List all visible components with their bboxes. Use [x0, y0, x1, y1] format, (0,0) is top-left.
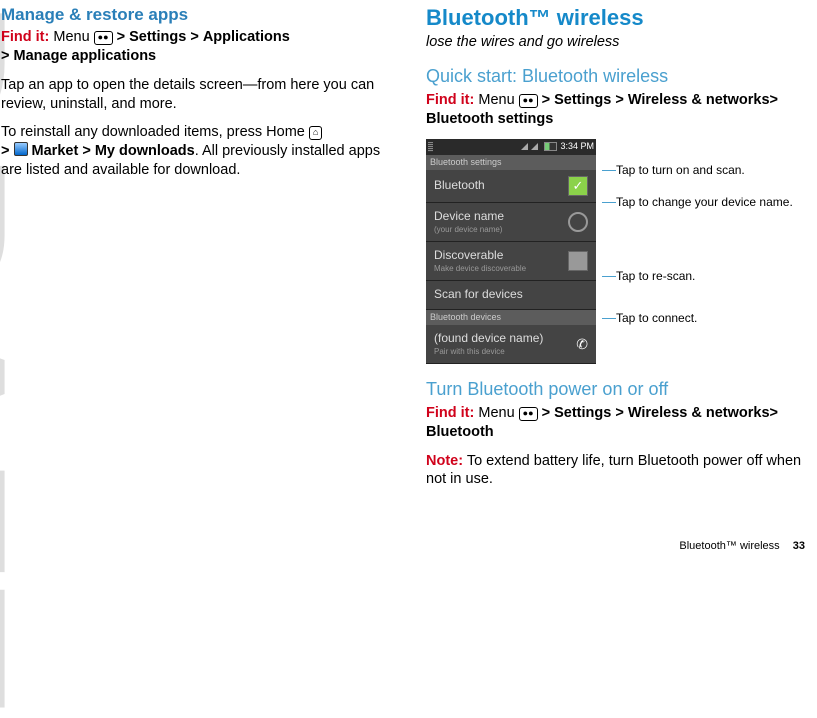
body2a: To reinstall any downloaded items, press… — [1, 124, 305, 140]
sep: > — [117, 29, 125, 45]
t-settings: Settings — [554, 405, 611, 421]
findit-label: Find it: — [426, 92, 474, 108]
t-menu: Menu — [478, 405, 514, 421]
checkbox-off-icon[interactable] — [568, 251, 588, 271]
row-devicename-label: Device name — [434, 209, 568, 225]
callouts: Tap to turn on and scan. Tap to change y… — [602, 139, 809, 365]
t-bt: Bluetooth — [426, 424, 494, 440]
sep: > — [542, 405, 550, 421]
callout-1-text: Tap to turn on and scan. — [616, 163, 745, 177]
right-column: Bluetooth™ wireless lose the wires and g… — [426, 4, 809, 499]
row-found-label: (found device name) — [434, 331, 576, 347]
left-body2: To reinstall any downloaded items, press… — [1, 123, 396, 180]
sep: > — [615, 92, 623, 108]
sep: > — [615, 405, 623, 421]
quick-heading: Quick start: Bluetooth wireless — [426, 65, 809, 88]
note-label: Note: — [426, 453, 463, 469]
row-bluetooth-label: Bluetooth — [434, 178, 568, 194]
row-discoverable-sub: Make device discoverable — [434, 264, 568, 274]
checkbox-on-icon[interactable]: ✓ — [568, 176, 588, 196]
market-icon — [14, 142, 28, 156]
page-number: 33 — [793, 540, 805, 552]
mydownloads-label: My downloads — [95, 143, 195, 159]
left-body1: Tap an app to open the details screen—fr… — [1, 76, 396, 114]
menu-icon: ●● — [519, 94, 538, 108]
row-found-sub: Pair with this device — [434, 347, 576, 357]
path-apps: Applications — [203, 29, 290, 45]
grip-icon — [428, 142, 433, 152]
q-settings: Settings — [554, 92, 611, 108]
callout-4-text: Tap to connect. — [616, 311, 697, 325]
row-devicename[interactable]: Device name (your device name) — [426, 203, 596, 242]
row-bluetooth[interactable]: Bluetooth ✓ — [426, 170, 596, 203]
path-menu: Menu — [53, 29, 89, 45]
right-heading: Bluetooth™ wireless — [426, 4, 809, 33]
footer: Bluetooth™ wireless 33 — [679, 540, 805, 552]
row-scan-label: Scan for devices — [434, 287, 588, 303]
row-devicename-sub: (your device name) — [434, 225, 568, 235]
home-icon: ⌂ — [309, 126, 322, 140]
q-bs: Bluetooth settings — [426, 111, 553, 127]
tagline: lose the wires and go wireless — [426, 33, 809, 52]
quick-findit: Find it: Menu ●● > Settings > Wireless &… — [426, 91, 809, 129]
statusbar: 3:34 PM — [426, 139, 596, 155]
callout-4: Tap to connect. — [616, 311, 697, 325]
row-found[interactable]: (found device name) Pair with this devic… — [426, 325, 596, 364]
phone-icon: ✆ — [576, 335, 588, 353]
row-scan[interactable]: Scan for devices — [426, 281, 596, 310]
q-menu: Menu — [478, 92, 514, 108]
callout-1: Tap to turn on and scan. — [616, 163, 745, 177]
path-settings: Settings — [129, 29, 186, 45]
callout-3-text: Tap to re-scan. — [616, 269, 695, 283]
status-time: 3:34 PM — [560, 141, 594, 153]
q-wn: Wireless & networks — [628, 92, 770, 108]
left-column: Manage & restore apps Find it: Menu ●● >… — [1, 4, 396, 499]
screen-title: Bluetooth settings — [426, 155, 596, 171]
left-heading: Manage & restore apps — [1, 4, 396, 26]
turn-note: Note: To extend battery life, turn Bluet… — [426, 452, 809, 490]
left-findit: Find it: Menu ●● > Settings > Applicatio… — [1, 28, 396, 66]
turn-findit: Find it: Menu ●● > Settings > Wireless &… — [426, 404, 809, 442]
callout-2: Tap to change your device name. — [616, 195, 793, 209]
findit-label: Find it: — [426, 405, 474, 421]
findit-label: Find it: — [1, 29, 49, 45]
note-text: To extend battery life, turn Bluetooth p… — [426, 453, 801, 488]
menu-icon: ●● — [94, 31, 113, 45]
phone-screenshot: 3:34 PM Bluetooth settings Bluetooth ✓ D… — [426, 139, 596, 365]
sep: > — [190, 29, 198, 45]
sep: > — [770, 405, 778, 421]
sep: > — [1, 143, 9, 159]
path-manage: Manage applications — [14, 48, 157, 64]
market-label: Market — [32, 143, 79, 159]
sep: > — [1, 48, 9, 64]
turn-heading: Turn Bluetooth power on or off — [426, 378, 809, 401]
sep: > — [542, 92, 550, 108]
battery-icon — [544, 142, 557, 151]
signal-icon — [521, 143, 528, 150]
row-discoverable[interactable]: Discoverable Make device discoverable — [426, 242, 596, 281]
sep: > — [82, 143, 90, 159]
callout-3: Tap to re-scan. — [616, 269, 695, 283]
menu-icon: ●● — [519, 407, 538, 421]
sep: > — [770, 92, 778, 108]
row-discoverable-label: Discoverable — [434, 248, 568, 264]
circle-icon[interactable] — [568, 212, 588, 232]
footer-section: Bluetooth™ wireless — [679, 540, 779, 552]
callout-2-text: Tap to change your device name. — [616, 195, 793, 209]
bt-devices-header: Bluetooth devices — [426, 310, 596, 326]
t-wn: Wireless & networks — [628, 405, 770, 421]
signal2-icon — [531, 143, 538, 150]
